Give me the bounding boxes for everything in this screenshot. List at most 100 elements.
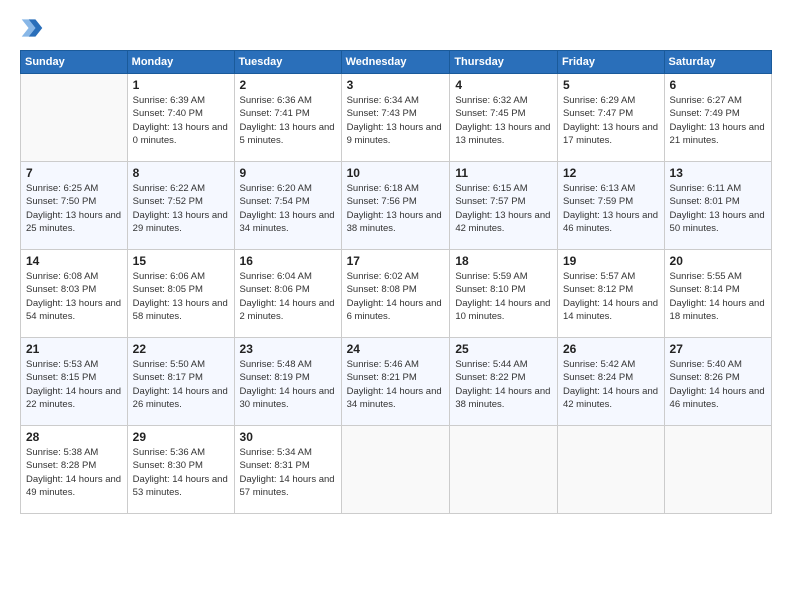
day-info: Sunrise: 5:44 AMSunset: 8:22 PMDaylight:…	[455, 358, 552, 411]
page: SundayMondayTuesdayWednesdayThursdayFrid…	[0, 0, 792, 612]
day-info: Sunrise: 5:36 AMSunset: 8:30 PMDaylight:…	[133, 446, 229, 499]
calendar-day-cell: 21 Sunrise: 5:53 AMSunset: 8:15 PMDayligh…	[21, 338, 128, 426]
day-number: 9	[240, 166, 336, 180]
weekday-header: Friday	[557, 51, 664, 74]
day-number: 26	[563, 342, 659, 356]
calendar-day-cell: 12Sunrise: 6:13 AMSunset: 7:59 PMDayligh…	[557, 162, 664, 250]
day-number: 3	[347, 78, 445, 92]
day-info: Sunrise: 5:53 AMSunset: 8:15 PMDaylight:…	[26, 358, 122, 411]
calendar-day-cell: 25 Sunrise: 5:44 AMSunset: 8:22 PMDayligh…	[450, 338, 558, 426]
weekday-header: Tuesday	[234, 51, 341, 74]
weekday-header: Thursday	[450, 51, 558, 74]
day-info: Sunrise: 6:11 AMSunset: 8:01 PMDaylight:…	[670, 182, 766, 235]
calendar-day-cell: 1 Sunrise: 6:39 AMSunset: 7:40 PMDaylight…	[127, 74, 234, 162]
day-number: 13	[670, 166, 766, 180]
day-number: 17	[347, 254, 445, 268]
calendar-day-cell: 18 Sunrise: 5:59 AMSunset: 8:10 PMDayligh…	[450, 250, 558, 338]
calendar-day-cell: 2 Sunrise: 6:36 AMSunset: 7:41 PMDaylight…	[234, 74, 341, 162]
day-info: Sunrise: 6:06 AMSunset: 8:05 PMDaylight:…	[133, 270, 229, 323]
calendar-day-cell: 22 Sunrise: 5:50 AMSunset: 8:17 PMDayligh…	[127, 338, 234, 426]
day-number: 15	[133, 254, 229, 268]
calendar-day-cell	[557, 426, 664, 514]
calendar-day-cell: 28 Sunrise: 5:38 AMSunset: 8:28 PMDayligh…	[21, 426, 128, 514]
day-number: 12	[563, 166, 659, 180]
day-info: Sunrise: 5:40 AMSunset: 8:26 PMDaylight:…	[670, 358, 766, 411]
day-number: 8	[133, 166, 229, 180]
day-info: Sunrise: 6:15 AMSunset: 7:57 PMDaylight:…	[455, 182, 552, 235]
day-number: 5	[563, 78, 659, 92]
day-number: 11	[455, 166, 552, 180]
day-info: Sunrise: 6:02 AMSunset: 8:08 PMDaylight:…	[347, 270, 445, 323]
day-number: 25	[455, 342, 552, 356]
weekday-header: Wednesday	[341, 51, 450, 74]
day-number: 29	[133, 430, 229, 444]
day-number: 1	[133, 78, 229, 92]
day-number: 24	[347, 342, 445, 356]
calendar: SundayMondayTuesdayWednesdayThursdayFrid…	[20, 50, 772, 514]
day-number: 2	[240, 78, 336, 92]
day-number: 19	[563, 254, 659, 268]
calendar-day-cell: 19Sunrise: 5:57 AMSunset: 8:12 PMDayligh…	[557, 250, 664, 338]
calendar-week-row: 21 Sunrise: 5:53 AMSunset: 8:15 PMDayligh…	[21, 338, 772, 426]
day-info: Sunrise: 6:36 AMSunset: 7:41 PMDaylight:…	[240, 94, 336, 147]
calendar-day-cell	[21, 74, 128, 162]
day-info: Sunrise: 6:27 AMSunset: 7:49 PMDaylight:…	[670, 94, 766, 147]
calendar-day-cell: 15 Sunrise: 6:06 AMSunset: 8:05 PMDayligh…	[127, 250, 234, 338]
day-info: Sunrise: 5:34 AMSunset: 8:31 PMDaylight:…	[240, 446, 336, 499]
calendar-day-cell: 26 Sunrise: 5:42 AMSunset: 8:24 PMDayligh…	[557, 338, 664, 426]
calendar-day-cell: 8 Sunrise: 6:22 AMSunset: 7:52 PMDaylight…	[127, 162, 234, 250]
header	[20, 16, 772, 40]
day-number: 14	[26, 254, 122, 268]
calendar-week-row: 28 Sunrise: 5:38 AMSunset: 8:28 PMDayligh…	[21, 426, 772, 514]
day-number: 4	[455, 78, 552, 92]
day-info: Sunrise: 6:18 AMSunset: 7:56 PMDaylight:…	[347, 182, 445, 235]
day-info: Sunrise: 6:34 AMSunset: 7:43 PMDaylight:…	[347, 94, 445, 147]
day-number: 27	[670, 342, 766, 356]
day-info: Sunrise: 5:59 AMSunset: 8:10 PMDaylight:…	[455, 270, 552, 323]
day-number: 18	[455, 254, 552, 268]
weekday-header: Sunday	[21, 51, 128, 74]
day-number: 6	[670, 78, 766, 92]
day-info: Sunrise: 6:08 AMSunset: 8:03 PMDaylight:…	[26, 270, 122, 323]
calendar-week-row: 1 Sunrise: 6:39 AMSunset: 7:40 PMDaylight…	[21, 74, 772, 162]
calendar-day-cell: 13 Sunrise: 6:11 AMSunset: 8:01 PMDayligh…	[664, 162, 771, 250]
day-info: Sunrise: 6:22 AMSunset: 7:52 PMDaylight:…	[133, 182, 229, 235]
day-number: 23	[240, 342, 336, 356]
day-info: Sunrise: 5:38 AMSunset: 8:28 PMDaylight:…	[26, 446, 122, 499]
weekday-header: Saturday	[664, 51, 771, 74]
calendar-day-cell: 5Sunrise: 6:29 AMSunset: 7:47 PMDaylight…	[557, 74, 664, 162]
calendar-day-cell: 24 Sunrise: 5:46 AMSunset: 8:21 PMDayligh…	[341, 338, 450, 426]
day-info: Sunrise: 6:20 AMSunset: 7:54 PMDaylight:…	[240, 182, 336, 235]
calendar-week-row: 7 Sunrise: 6:25 AMSunset: 7:50 PMDaylight…	[21, 162, 772, 250]
calendar-day-cell: 23 Sunrise: 5:48 AMSunset: 8:19 PMDayligh…	[234, 338, 341, 426]
day-info: Sunrise: 6:25 AMSunset: 7:50 PMDaylight:…	[26, 182, 122, 235]
day-info: Sunrise: 6:32 AMSunset: 7:45 PMDaylight:…	[455, 94, 552, 147]
day-info: Sunrise: 5:50 AMSunset: 8:17 PMDaylight:…	[133, 358, 229, 411]
day-info: Sunrise: 5:46 AMSunset: 8:21 PMDaylight:…	[347, 358, 445, 411]
day-info: Sunrise: 5:48 AMSunset: 8:19 PMDaylight:…	[240, 358, 336, 411]
day-number: 10	[347, 166, 445, 180]
calendar-day-cell: 4 Sunrise: 6:32 AMSunset: 7:45 PMDaylight…	[450, 74, 558, 162]
day-number: 21	[26, 342, 122, 356]
calendar-day-cell: 3 Sunrise: 6:34 AMSunset: 7:43 PMDaylight…	[341, 74, 450, 162]
day-info: Sunrise: 5:55 AMSunset: 8:14 PMDaylight:…	[670, 270, 766, 323]
day-info: Sunrise: 6:39 AMSunset: 7:40 PMDaylight:…	[133, 94, 229, 147]
calendar-day-cell: 14 Sunrise: 6:08 AMSunset: 8:03 PMDayligh…	[21, 250, 128, 338]
day-number: 20	[670, 254, 766, 268]
logo-icon	[20, 16, 44, 40]
calendar-header-row: SundayMondayTuesdayWednesdayThursdayFrid…	[21, 51, 772, 74]
day-number: 16	[240, 254, 336, 268]
day-number: 28	[26, 430, 122, 444]
day-number: 7	[26, 166, 122, 180]
calendar-day-cell	[664, 426, 771, 514]
calendar-day-cell: 16 Sunrise: 6:04 AMSunset: 8:06 PMDayligh…	[234, 250, 341, 338]
calendar-day-cell: 10 Sunrise: 6:18 AMSunset: 7:56 PMDayligh…	[341, 162, 450, 250]
calendar-day-cell: 17 Sunrise: 6:02 AMSunset: 8:08 PMDayligh…	[341, 250, 450, 338]
weekday-header: Monday	[127, 51, 234, 74]
day-info: Sunrise: 6:04 AMSunset: 8:06 PMDaylight:…	[240, 270, 336, 323]
logo	[20, 16, 48, 40]
day-number: 22	[133, 342, 229, 356]
calendar-day-cell: 6 Sunrise: 6:27 AMSunset: 7:49 PMDaylight…	[664, 74, 771, 162]
day-info: Sunrise: 5:42 AMSunset: 8:24 PMDaylight:…	[563, 358, 659, 411]
calendar-day-cell: 29 Sunrise: 5:36 AMSunset: 8:30 PMDayligh…	[127, 426, 234, 514]
